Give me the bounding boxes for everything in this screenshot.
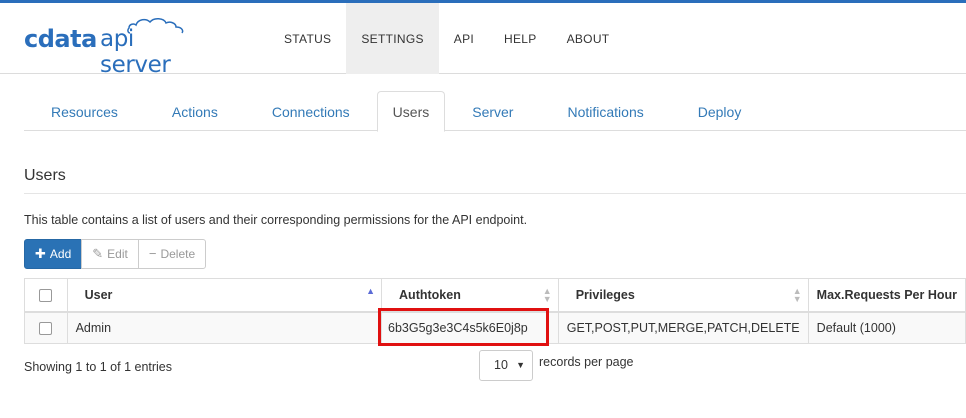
cdata-logo[interactable]: cdata api server — [24, 15, 210, 78]
main-nav: STATUS SETTINGS API HELP ABOUT — [269, 3, 624, 74]
table-row[interactable]: Admin 6b3G5g3e3C4s5k6E0j8p GET,POST,PUT,… — [24, 307, 966, 346]
column-header-max-requests[interactable]: Max.Requests Per Hour — [807, 278, 966, 313]
entries-summary: Showing 1 to 1 of 1 entries — [24, 360, 173, 374]
tab-server[interactable]: Server — [445, 91, 540, 131]
cell-authtoken: 6b3G5g3e3C4s5k6E0j8p — [378, 307, 559, 346]
select-all-cell — [24, 278, 68, 313]
top-navbar: cdata api server STATUS SETTINGS API HEL… — [0, 0, 966, 78]
table-header-row: User ▲ Authtoken ▲ ▼ Privileges ▲ ▼ Max.Re… — [24, 278, 966, 313]
column-header-authtoken[interactable]: Authtoken ▲ ▼ — [381, 278, 559, 313]
row-select-cell — [24, 311, 68, 344]
row-checkbox[interactable] — [39, 321, 53, 335]
cell-user: Admin — [66, 311, 383, 344]
column-header-user[interactable]: User ▲ — [66, 278, 383, 313]
per-page-label: records per page — [539, 355, 634, 369]
column-authtoken-label: Authtoken — [399, 287, 461, 302]
plus-icon: ✚ — [35, 246, 46, 261]
sort-icon: ▲ ▼ — [542, 286, 552, 304]
tab-connections[interactable]: Connections — [245, 91, 377, 131]
section-divider — [24, 193, 966, 194]
logo-brand-text: cdata — [24, 25, 97, 53]
sort-asc-icon: ▲ — [366, 286, 376, 296]
authtoken-value: 6b3G5g3e3C4s5k6E0j8p — [388, 320, 528, 335]
column-header-privileges[interactable]: Privileges ▲ ▼ — [557, 278, 809, 313]
column-user-label: User — [84, 287, 113, 302]
column-max-requests-label: Max.Requests Per Hour — [816, 287, 957, 302]
page-size-control: 10 ▼ records per page — [479, 350, 634, 381]
edit-user-button[interactable]: ✎ Edit — [81, 239, 139, 269]
nav-help[interactable]: HELP — [489, 3, 552, 74]
nav-status[interactable]: STATUS — [269, 3, 346, 74]
users-table: User ▲ Authtoken ▲ ▼ Privileges ▲ ▼ Max.Re… — [24, 278, 966, 346]
tab-resources[interactable]: Resources — [24, 91, 145, 131]
edit-icon: ✎ — [92, 246, 104, 261]
select-all-checkbox[interactable] — [39, 288, 53, 302]
cell-max-requests: Default (1000) — [807, 311, 966, 344]
user-toolbar: ✚ Add ✎ Edit − Delete — [24, 239, 207, 269]
settings-tabs: Resources Actions Connections Users Serv… — [24, 91, 966, 132]
delete-button-label: Delete — [160, 247, 196, 261]
nav-api[interactable]: API — [439, 3, 489, 74]
column-privileges-label: Privileges — [575, 287, 635, 302]
sort-icon: ▲ ▼ — [792, 286, 802, 304]
page-size-select[interactable]: 10 ▼ — [479, 350, 533, 381]
tab-users[interactable]: Users — [376, 91, 446, 132]
section-description: This table contains a list of users and … — [24, 213, 528, 227]
nav-about[interactable]: ABOUT — [552, 3, 625, 74]
minus-icon: − — [148, 246, 157, 261]
tab-notifications[interactable]: Notifications — [540, 91, 670, 131]
tab-actions[interactable]: Actions — [145, 91, 245, 131]
edit-button-label: Edit — [107, 247, 128, 261]
add-user-button[interactable]: ✚ Add — [24, 239, 83, 269]
delete-user-button[interactable]: − Delete — [137, 239, 207, 269]
chevron-down-icon: ▼ — [516, 360, 525, 370]
add-button-label: Add — [49, 247, 72, 261]
cell-privileges: GET,POST,PUT,MERGE,PATCH,DELETE — [557, 311, 809, 344]
nav-settings[interactable]: SETTINGS — [346, 3, 439, 74]
page-title: Users — [24, 167, 66, 184]
tab-deploy[interactable]: Deploy — [671, 91, 769, 131]
page-size-value: 10 — [494, 358, 508, 372]
logo-product-text: api server — [100, 26, 171, 78]
